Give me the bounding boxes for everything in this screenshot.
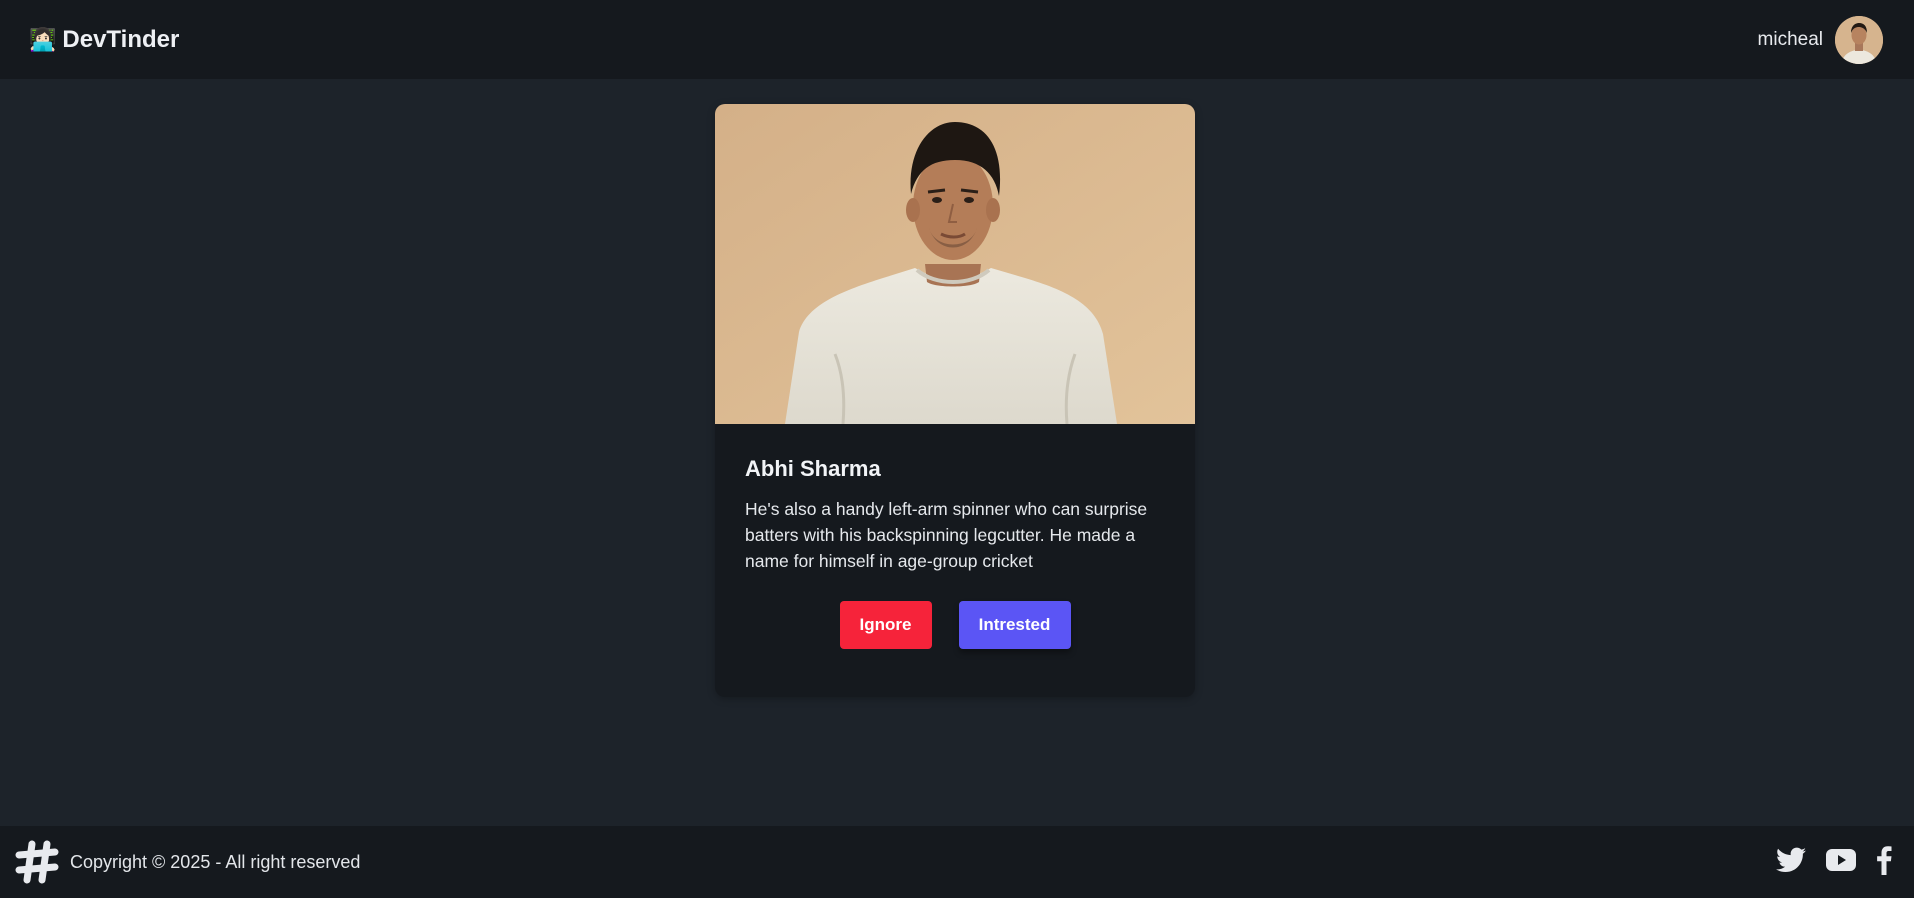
profile-bio: He's also a handy left-arm spinner who c… [745,499,1148,571]
navbar: 👩🏻‍💻 DevTinder micheal [0,0,1914,79]
profile-photo [715,104,1195,424]
twitter-icon[interactable] [1776,847,1806,878]
footer: Copyright © 2025 - All right reserved [0,826,1914,898]
ignore-button[interactable]: Ignore [839,601,932,649]
facebook-icon[interactable] [1876,845,1892,880]
footer-brand: Copyright © 2025 - All right reserved [14,839,360,885]
user-name: micheal [1757,28,1823,50]
user-menu: micheal [1757,15,1883,64]
hashtag-logo-icon [15,840,59,884]
user-avatar-photo-icon [1835,15,1883,64]
copyright-text: Copyright © 2025 - All right reserved [70,851,361,872]
developer-emoji-icon: 👩🏻‍💻 [29,26,57,52]
brand-name: DevTinder [62,25,180,53]
profile-name: Abhi Sharma [745,456,881,481]
interested-button[interactable]: Intrested [958,601,1071,649]
avatar[interactable] [1835,15,1883,64]
brand-link[interactable]: 👩🏻‍💻 DevTinder [29,26,179,54]
youtube-icon[interactable] [1826,848,1856,877]
card-body: Abhi Sharma He's also a handy left-arm s… [715,424,1195,649]
card-actions: Ignore Intrested [745,601,1165,649]
social-links [1776,845,1892,880]
profile-card: Abhi Sharma He's also a handy left-arm s… [715,104,1195,697]
